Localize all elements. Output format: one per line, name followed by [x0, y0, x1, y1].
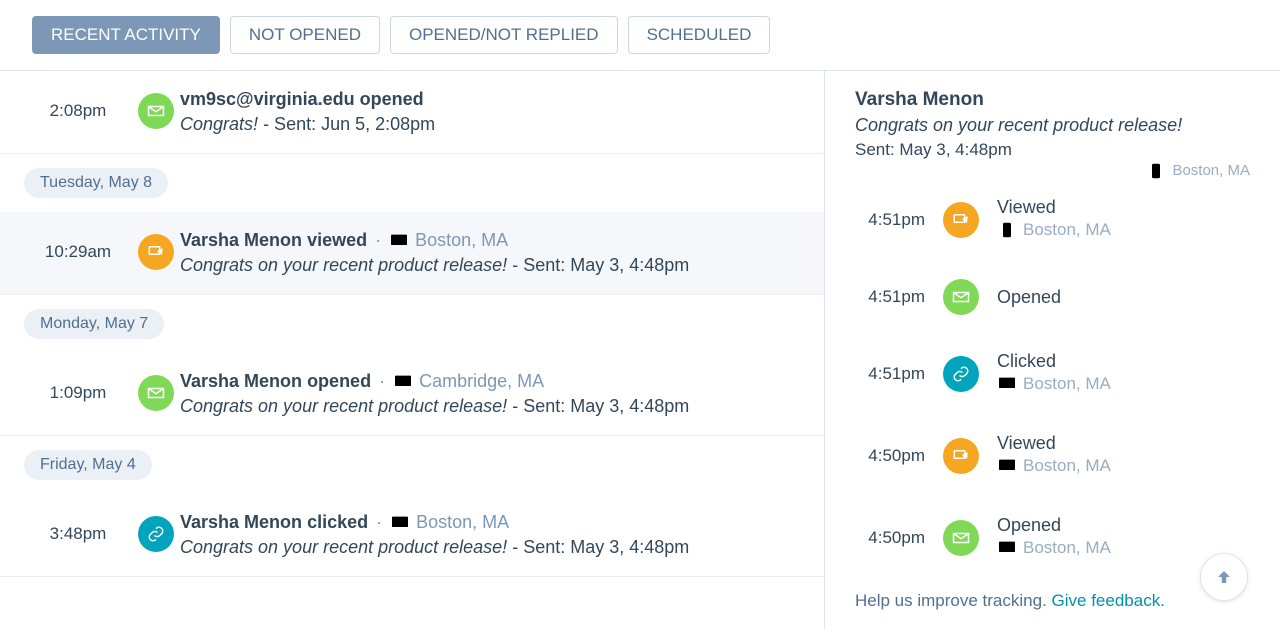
desktop-icon [997, 376, 1017, 392]
event-location: Boston, MA [997, 220, 1111, 240]
mail-icon [943, 520, 979, 556]
arrow-up-icon [1215, 568, 1233, 586]
activity-row[interactable]: 10:29am Varsha Menon viewed · Boston, MA … [0, 212, 824, 295]
date-header: Tuesday, May 8 [0, 154, 824, 212]
activity-content: Varsha Menon viewed · Boston, MA Congrats… [180, 230, 800, 276]
scroll-to-top-button[interactable] [1200, 553, 1248, 601]
event-action: Viewed [997, 197, 1250, 218]
desktop-icon [997, 458, 1017, 474]
activity-row[interactable]: 1:09pm Varsha Menon opened · Cambridge, M… [0, 353, 824, 436]
activity-subject: Congrats! [180, 114, 258, 134]
separator: · [379, 371, 385, 392]
activity-location: Boston, MA [389, 230, 508, 251]
event-row[interactable]: 4:50pm Opened Boston, MA [855, 497, 1250, 579]
event-icon-wrap [943, 438, 979, 474]
desktop-icon [393, 374, 413, 390]
activity-time: 3:48pm [24, 512, 132, 544]
tab-scheduled[interactable]: SCHEDULED [628, 16, 771, 54]
view-icon [138, 234, 174, 270]
activity-subject: Congrats on your recent product release! [180, 537, 507, 557]
detail-subject: Congrats on your recent product release! [855, 115, 1250, 136]
date-pill: Friday, May 4 [24, 450, 152, 480]
date-pill: Tuesday, May 8 [24, 168, 168, 198]
event-time: 4:51pm [855, 210, 925, 230]
feedback-text: Help us improve tracking. [855, 591, 1052, 610]
activity-content: Varsha Menon clicked · Boston, MA Congrat… [180, 512, 800, 558]
detail-partial-location: Boston, MA [1172, 162, 1250, 179]
activity-sent: - Sent: May 3, 4:48pm [512, 537, 689, 557]
activity-icon-wrap [132, 512, 180, 552]
activity-subject: Congrats on your recent product release! [180, 255, 507, 275]
activity-sent: - Sent: Jun 5, 2:08pm [263, 114, 435, 134]
event-row[interactable]: 4:51pm Viewed Boston, MA [855, 179, 1250, 261]
desktop-icon [389, 233, 409, 249]
activity-icon-wrap [132, 230, 180, 270]
activity-time: 2:08pm [24, 89, 132, 121]
activity-content: vm9sc@virginia.edu opened Congrats! - Se… [180, 89, 800, 135]
detail-sent: Sent: May 3, 4:48pm [855, 140, 1250, 160]
view-icon [943, 202, 979, 238]
activity-location: Boston, MA [390, 512, 509, 533]
event-action: Viewed [997, 433, 1250, 454]
event-action: Clicked [997, 351, 1250, 372]
event-icon-wrap [943, 520, 979, 556]
event-row[interactable]: 4:51pm Clicked Boston, MA [855, 333, 1250, 415]
activity-time: 10:29am [24, 230, 132, 262]
event-time: 4:50pm [855, 446, 925, 466]
separator: · [375, 230, 381, 251]
activity-feed: 2:08pm vm9sc@virginia.edu opened Congrat… [0, 71, 825, 629]
link-icon [943, 356, 979, 392]
event-location: Boston, MA [997, 374, 1111, 394]
event-icon-wrap [943, 202, 979, 238]
mail-icon [138, 375, 174, 411]
tab-not-opened[interactable]: NOT OPENED [230, 16, 380, 54]
link-icon [138, 516, 174, 552]
detail-events: 4:51pm Viewed Boston, MA 4:51pm Opened 4… [855, 179, 1250, 579]
desktop-icon [390, 515, 410, 531]
activity-title: Varsha Menon opened [180, 371, 371, 392]
event-time: 4:51pm [855, 364, 925, 384]
separator: · [376, 512, 382, 533]
activity-sent: - Sent: May 3, 4:48pm [512, 255, 689, 275]
tab-opened-not-replied[interactable]: OPENED/NOT REPLIED [390, 16, 618, 54]
event-action: Opened [997, 287, 1250, 308]
date-header: Friday, May 4 [0, 436, 824, 494]
mobile-icon [997, 222, 1017, 238]
detail-partial-row: Boston, MA [855, 162, 1250, 179]
detail-recipient-name: Varsha Menon [855, 89, 1250, 111]
activity-location: Cambridge, MA [393, 371, 544, 392]
event-icon-wrap [943, 356, 979, 392]
activity-time: 1:09pm [24, 371, 132, 403]
event-action: Opened [997, 515, 1250, 536]
detail-panel: Varsha Menon Congrats on your recent pro… [825, 71, 1280, 629]
filter-tabs: RECENT ACTIVITY NOT OPENED OPENED/NOT RE… [0, 0, 1280, 70]
activity-icon-wrap [132, 371, 180, 411]
tab-recent-activity[interactable]: RECENT ACTIVITY [32, 16, 220, 54]
event-time: 4:50pm [855, 528, 925, 548]
event-location: Boston, MA [997, 456, 1111, 476]
event-location: Boston, MA [997, 538, 1111, 558]
event-row[interactable]: 4:50pm Viewed Boston, MA [855, 415, 1250, 497]
feedback-link[interactable]: Give feedback. [1052, 591, 1165, 610]
date-header: Monday, May 7 [0, 295, 824, 353]
feedback-prompt: Help us improve tracking. Give feedback. [855, 591, 1250, 611]
activity-content: Varsha Menon opened · Cambridge, MA Congr… [180, 371, 800, 417]
event-row[interactable]: 4:51pm Opened [855, 261, 1250, 333]
desktop-icon [997, 540, 1017, 556]
activity-title: Varsha Menon clicked [180, 512, 368, 533]
mobile-icon [1146, 163, 1166, 179]
activity-title: vm9sc@virginia.edu opened [180, 89, 424, 110]
activity-icon-wrap [132, 89, 180, 129]
view-icon [943, 438, 979, 474]
activity-sent: - Sent: May 3, 4:48pm [512, 396, 689, 416]
date-pill: Monday, May 7 [24, 309, 164, 339]
mail-icon [943, 279, 979, 315]
event-time: 4:51pm [855, 287, 925, 307]
mail-icon [138, 93, 174, 129]
event-icon-wrap [943, 279, 979, 315]
activity-title: Varsha Menon viewed [180, 230, 367, 251]
activity-subject: Congrats on your recent product release! [180, 396, 507, 416]
activity-row[interactable]: 3:48pm Varsha Menon clicked · Boston, MA … [0, 494, 824, 577]
activity-row[interactable]: 2:08pm vm9sc@virginia.edu opened Congrat… [0, 71, 824, 154]
